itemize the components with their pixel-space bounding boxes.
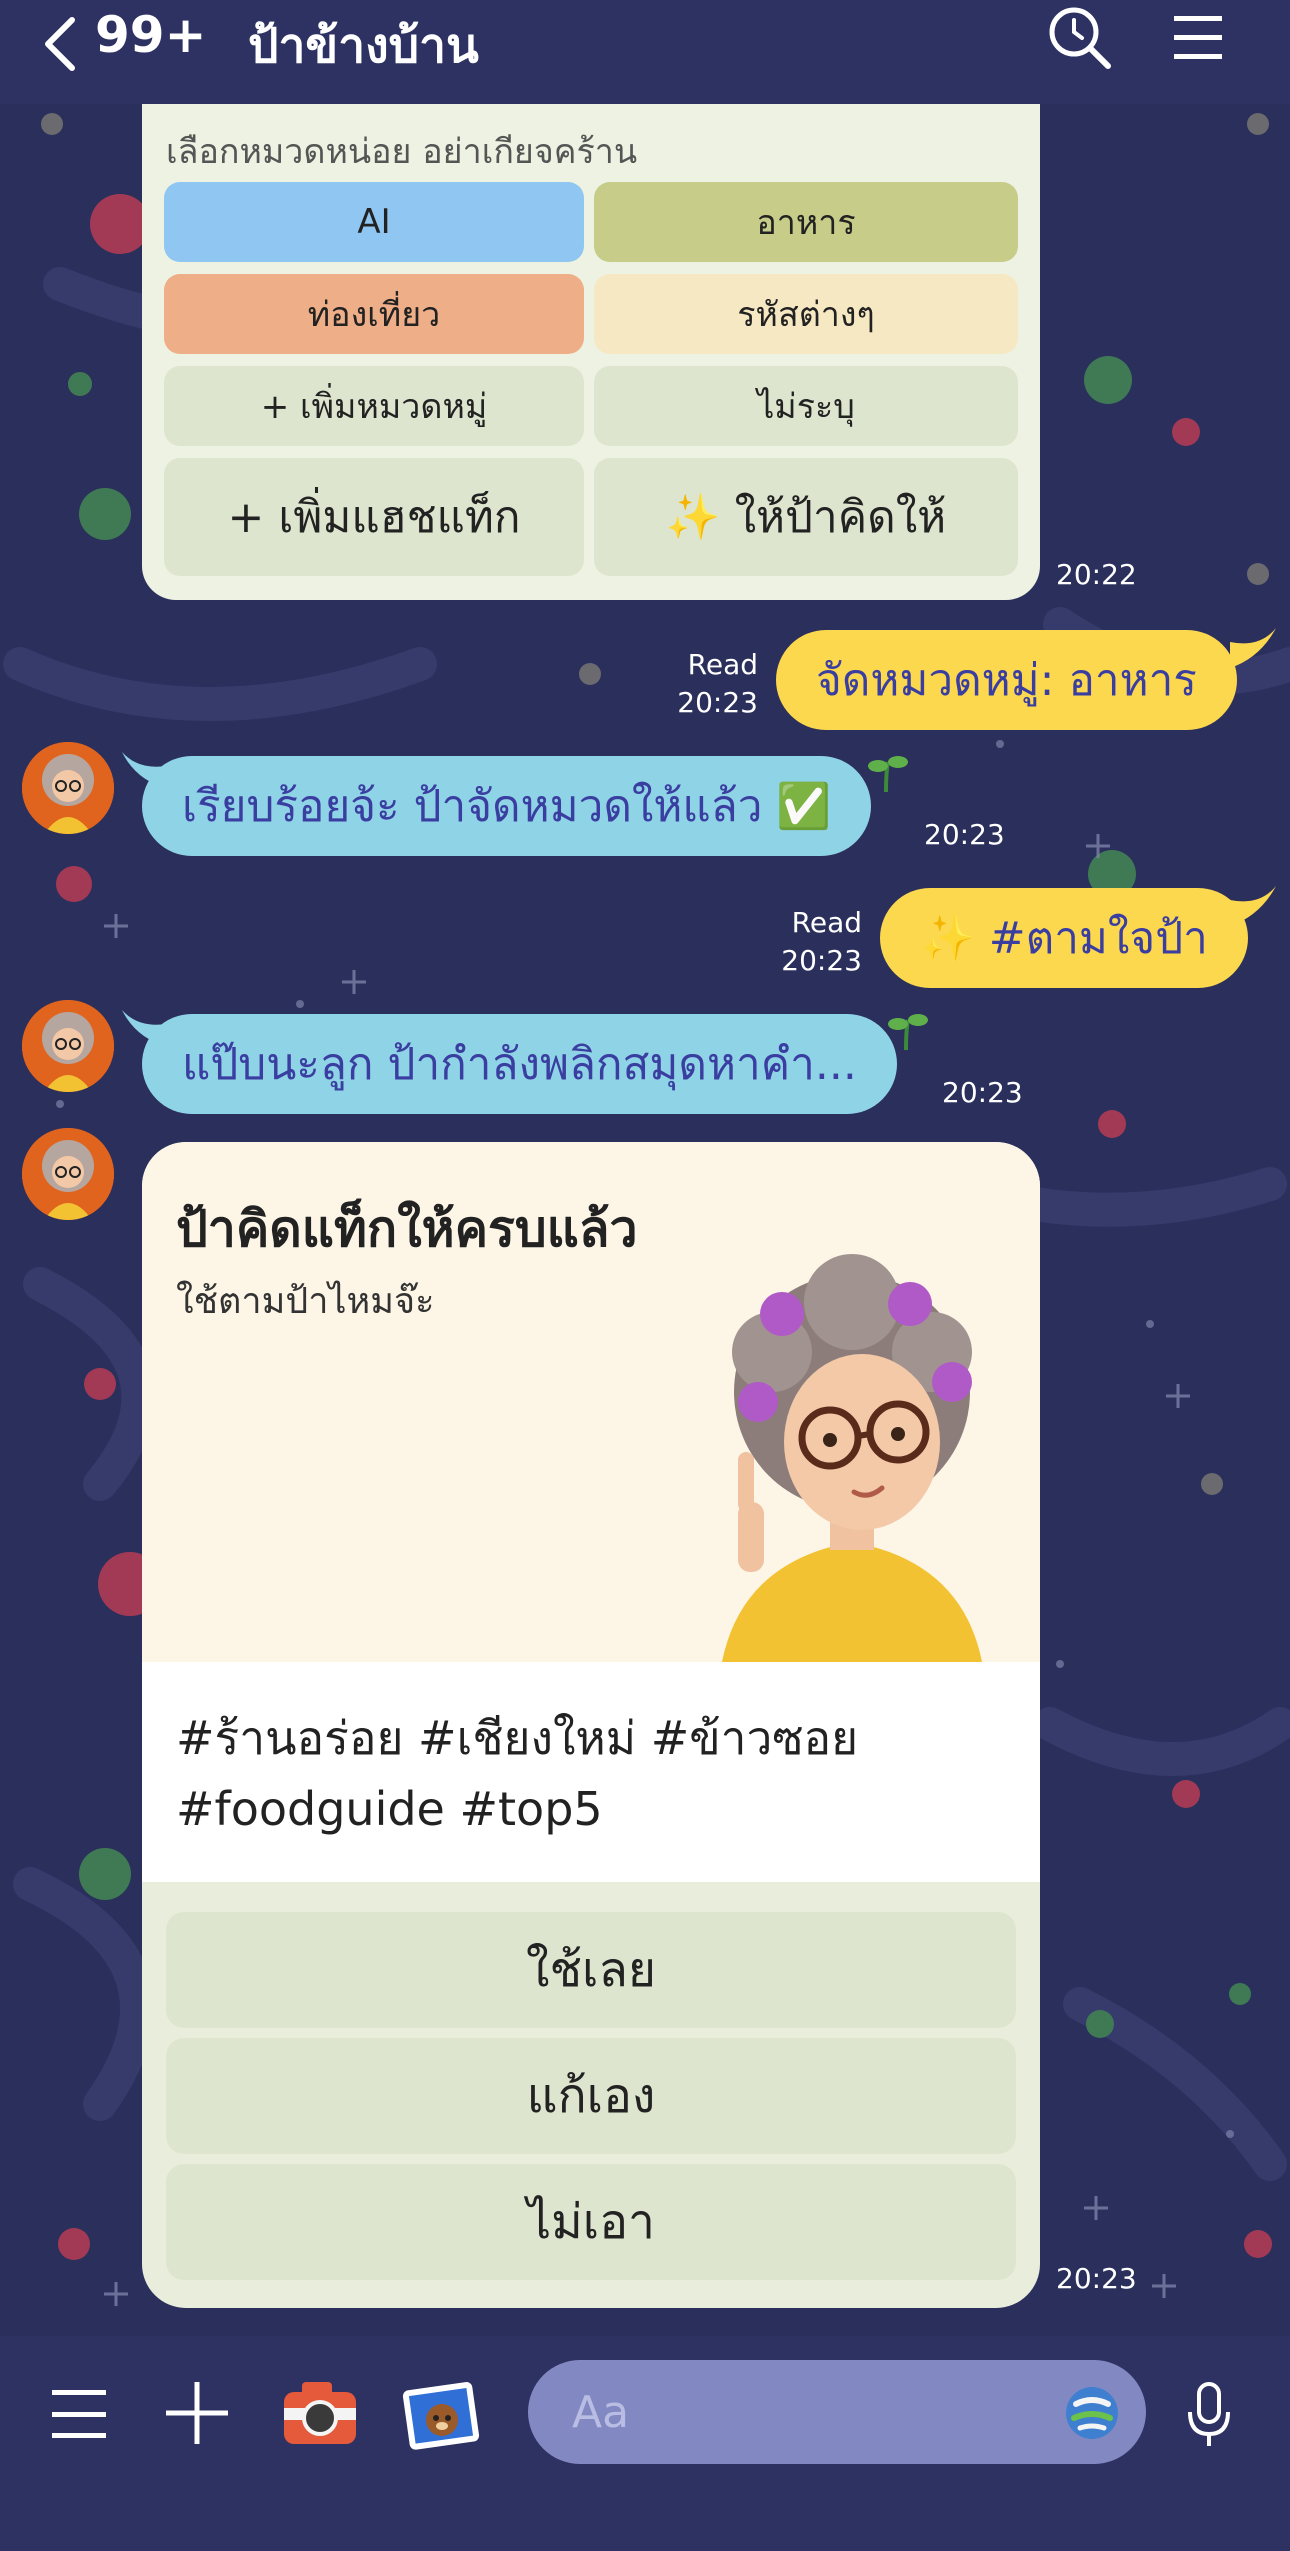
category-button-ai[interactable]: AI [164,182,584,262]
menu-icon[interactable] [1170,10,1226,66]
category-button-unspecified[interactable]: ไม่ระบุ [594,366,1018,446]
received-message-bubble[interactable]: เรียบร้อยจ้ะ ป้าจัดหมวดให้แล้ว ✅ [142,756,872,856]
granny-avatar[interactable] [22,1000,114,1092]
granny-avatar[interactable] [22,1128,114,1220]
camera-icon[interactable] [280,2378,360,2448]
microphone-icon[interactable] [1184,2380,1234,2450]
edit-myself-button[interactable]: แก้เอง [166,2038,1016,2154]
category-button-codes[interactable]: รหัสต่างๆ [594,274,1018,354]
gallery-icon[interactable] [400,2376,484,2452]
read-receipt: Read 20:23 [650,646,758,722]
message-time: 20:22 [1056,558,1137,591]
message-time: 20:23 [924,818,1005,851]
message-input[interactable]: Aa [528,2360,1146,2464]
message-time: 20:23 [781,944,862,977]
back-chevron-icon[interactable] [40,14,80,74]
unread-count[interactable]: 99+ [95,6,206,64]
message-time: 20:23 [677,686,758,719]
add-hashtag-button[interactable]: + เพิ่มแฮชแท็ก [164,458,584,576]
bubble-tail [1230,628,1276,668]
read-label: Read [791,906,862,939]
hashtag-line[interactable]: #ร้านอร่อย #เชียงใหม่ #ข้าวซอย [176,1702,858,1775]
sent-message-bubble[interactable]: จัดหมวดหมู่: อาหาร [776,630,1237,730]
category-button-food[interactable]: อาหาร [594,182,1018,262]
read-receipt: Read 20:23 [754,904,862,980]
use-now-button[interactable]: ใช้เลย [166,1912,1016,2028]
auto-suggest-button[interactable]: ✨ ให้ป้าคิดให้ [594,458,1018,576]
hashtag-suggestion-card: ป้าคิดแท็กให้ครบแล้ว ใช้ตามป้าไหมจ๊ะ #ร้… [142,1142,1040,2308]
menu-icon[interactable] [50,2388,108,2440]
message-composer-bar: Aa [0,2336,1290,2551]
chat-title[interactable]: ป้าข้างบ้าน [248,8,479,84]
message-time: 20:23 [942,1076,1023,1109]
hashtag-line[interactable]: #foodguide #top5 [176,1782,603,1836]
search-icon[interactable] [1046,4,1112,70]
sprout-icon [868,756,908,792]
hashtag-list: #ร้านอร่อย #เชียงใหม่ #ข้าวซอย #foodguid… [142,1662,1040,1882]
emoji-icon[interactable] [1062,2386,1122,2440]
received-message-bubble[interactable]: แป๊บนะลูก ป้ากำลังพลิกสมุดหาคำ... [142,1014,897,1114]
category-button-travel[interactable]: ท่องเที่ยว [164,274,584,354]
card-subtitle: ใช้ตามป้าไหมจ๊ะ [176,1281,435,1322]
add-category-button[interactable]: + เพิ่มหมวดหมู่ [164,366,584,446]
granny-avatar-image [22,1000,114,1092]
card-hero: ป้าคิดแท็กให้ครบแล้ว ใช้ตามป้าไหมจ๊ะ [142,1142,1040,1662]
category-prompt: เลือกหมวดหน่อย อย่าเกียจคร้าน [166,132,638,172]
decline-button[interactable]: ไม่เอา [166,2164,1016,2280]
granny-avatar-image [22,742,114,834]
card-title: ป้าคิดแท็กให้ครบแล้ว [176,1200,638,1258]
granny-avatar[interactable] [22,742,114,834]
category-picker-card: เลือกหมวดหน่อย อย่าเกียจคร้าน AI อาหาร ท… [142,104,1040,600]
message-time: 20:23 [1056,2262,1137,2295]
sent-message-bubble[interactable]: ✨ #ตามใจป้า [880,888,1248,988]
read-label: Read [687,648,758,681]
chat-header: 99+ ป้าข้างบ้าน [0,0,1290,104]
granny-avatar-image [22,1128,114,1220]
granny-illustration [722,1254,982,1662]
plus-icon[interactable] [164,2380,230,2446]
sprout-icon [888,1014,928,1050]
